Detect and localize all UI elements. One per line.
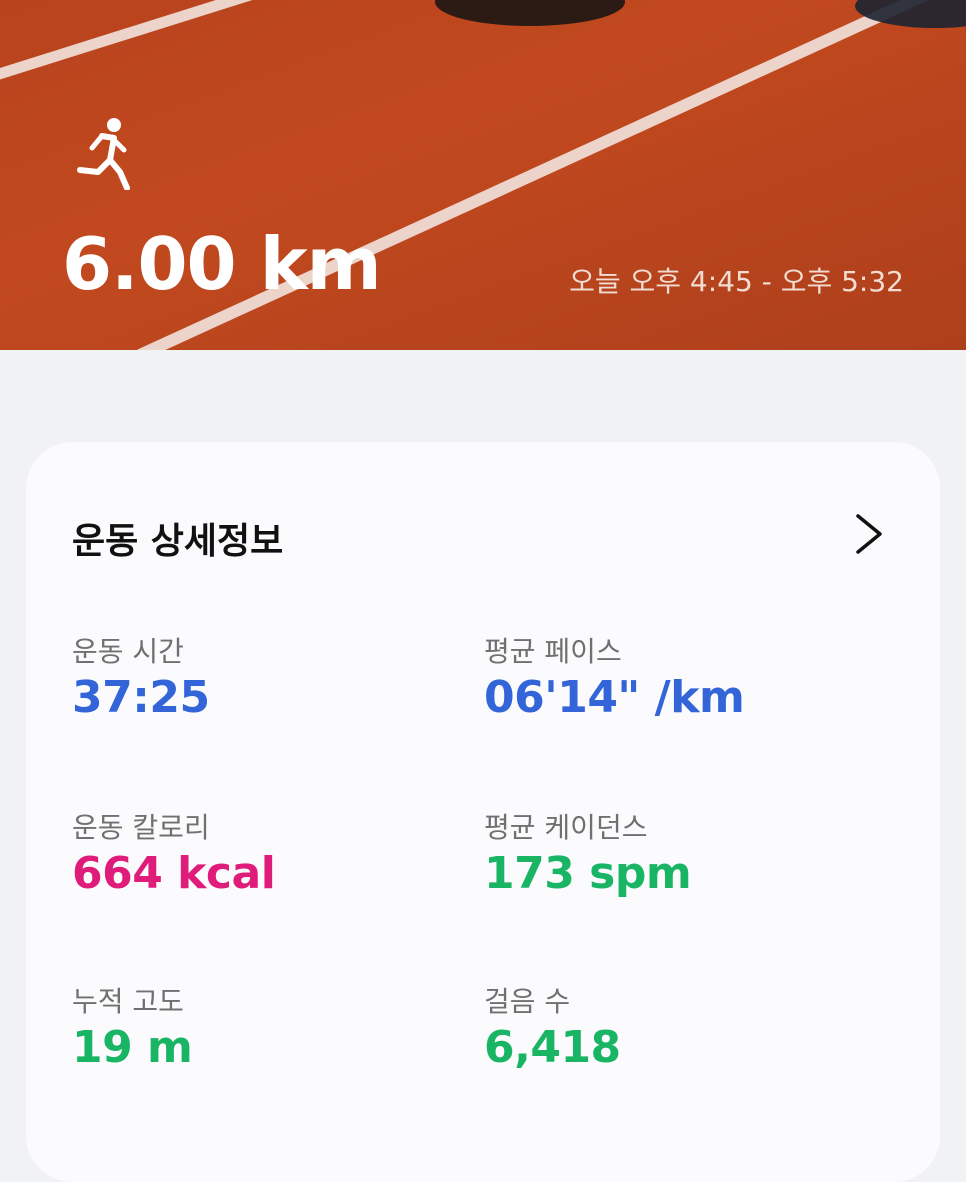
stat-steps: 걸음 수 6,418 xyxy=(484,980,621,1073)
stat-label: 평균 페이스 xyxy=(484,635,622,668)
stat-cadence: 평균 케이던스 173 spm xyxy=(484,806,692,899)
stat-label: 걸음 수 xyxy=(484,985,571,1018)
hero-banner: 6.00 km 오늘 오후 4:45 - 오후 5:32 xyxy=(0,0,966,350)
stat-label: 운동 칼로리 xyxy=(72,811,210,844)
stat-calories: 운동 칼로리 664 kcal xyxy=(72,806,276,899)
stat-value: 664 kcal xyxy=(72,848,276,899)
card-title: 운동 상세정보 xyxy=(72,521,284,562)
stat-label: 평균 케이던스 xyxy=(484,811,648,844)
stat-value: 37:25 xyxy=(72,672,210,723)
stat-label: 누적 고도 xyxy=(72,985,184,1018)
stat-label: 운동 시간 xyxy=(72,635,184,668)
stat-value: 19 m xyxy=(72,1022,193,1073)
chevron-right-icon[interactable] xyxy=(852,512,886,556)
stat-average-pace: 평균 페이스 06'14" /km xyxy=(484,630,745,723)
stat-workout-time: 운동 시간 37:25 xyxy=(72,630,210,723)
workout-time-range: 오늘 오후 4:45 - 오후 5:32 xyxy=(569,265,904,298)
distance-value: 6.00 km xyxy=(62,222,382,306)
running-person-icon xyxy=(77,118,130,190)
stat-value: 173 spm xyxy=(484,848,692,899)
stat-value: 06'14" /km xyxy=(484,672,745,723)
workout-detail-card[interactable]: 운동 상세정보 운동 시간 37:25 평균 페이스 06'14" /km 운동… xyxy=(26,442,940,1182)
stat-elevation-gain: 누적 고도 19 m xyxy=(72,980,193,1073)
stat-value: 6,418 xyxy=(484,1022,621,1073)
